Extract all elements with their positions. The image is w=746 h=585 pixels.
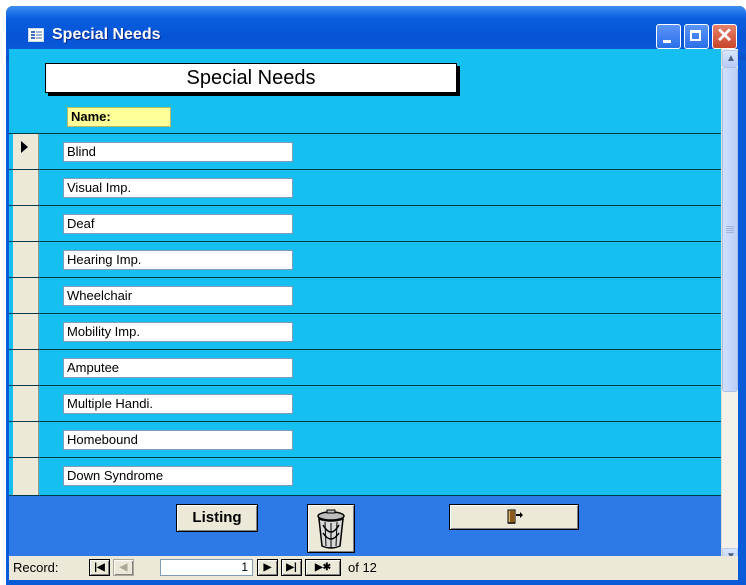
record-row: Homebound — [9, 421, 721, 457]
record-selector[interactable] — [13, 458, 39, 495]
record-selector[interactable] — [13, 206, 39, 241]
record-row: Amputee — [9, 349, 721, 385]
record-navigator: Record: |◀ ◀ 1 ▶ ▶| ▶✱ of 12 — [9, 556, 738, 580]
record-selector[interactable] — [13, 422, 39, 457]
name-field[interactable]: Mobility Imp. — [63, 322, 293, 342]
record-selector[interactable] — [13, 386, 39, 421]
record-row: Multiple Handi. — [9, 385, 721, 421]
record-row: Visual Imp. — [9, 169, 721, 205]
record-row: Blind — [9, 133, 721, 169]
name-field[interactable]: Multiple Handi. — [63, 394, 293, 414]
exit-door-icon — [507, 509, 523, 524]
name-field[interactable]: Homebound — [63, 430, 293, 450]
previous-record-button[interactable]: ◀ — [113, 559, 134, 576]
minimize-button[interactable] — [656, 24, 681, 49]
record-selector[interactable] — [13, 242, 39, 277]
record-selector[interactable] — [13, 134, 39, 169]
name-field[interactable]: Down Syndrome — [63, 466, 293, 486]
next-record-button[interactable]: ▶ — [257, 559, 278, 576]
scroll-up-button[interactable]: ▲ — [722, 50, 738, 67]
grip-icon — [726, 226, 734, 227]
name-field[interactable]: Blind — [63, 142, 293, 162]
record-selector[interactable] — [13, 314, 39, 349]
record-row: Deaf — [9, 205, 721, 241]
listing-button[interactable]: Listing — [176, 504, 258, 532]
trash-can-icon — [317, 509, 345, 549]
name-field[interactable]: Amputee — [63, 358, 293, 378]
name-field[interactable]: Visual Imp. — [63, 178, 293, 198]
last-record-icon: ▶| — [286, 562, 297, 573]
scrollbar-thumb[interactable] — [722, 67, 738, 392]
previous-record-icon: ◀ — [119, 562, 128, 573]
current-record-arrow-icon — [21, 141, 28, 153]
window-title: Special Needs — [52, 26, 161, 43]
form-icon[interactable] — [28, 28, 44, 42]
name-field[interactable]: Wheelchair — [63, 286, 293, 306]
last-record-button[interactable]: ▶| — [281, 559, 302, 576]
name-field[interactable]: Hearing Imp. — [63, 250, 293, 270]
chevron-up-icon: ▲ — [726, 53, 736, 64]
next-record-icon: ▶ — [263, 562, 272, 573]
name-field[interactable]: Deaf — [63, 214, 293, 234]
record-selector[interactable] — [13, 170, 39, 205]
close-button[interactable]: ✕ — [712, 24, 737, 49]
record-row: Wheelchair — [9, 277, 721, 313]
record-label: Record: — [13, 560, 59, 575]
vertical-scrollbar[interactable]: ▲ ▼ — [721, 49, 738, 566]
first-record-button[interactable]: |◀ — [89, 559, 110, 576]
delete-button[interactable] — [307, 504, 355, 553]
record-selector[interactable] — [13, 350, 39, 385]
record-count: of 12 — [348, 560, 377, 575]
record-row: Down Syndrome — [9, 457, 721, 495]
first-record-icon: |◀ — [94, 562, 105, 573]
form-header: Special Needs — [45, 63, 457, 93]
new-record-button[interactable]: ▶✱ — [305, 559, 341, 576]
name-column-label: Name: — [67, 107, 171, 127]
record-number-input[interactable]: 1 — [160, 559, 253, 576]
close-icon: ✕ — [716, 25, 733, 47]
record-row: Hearing Imp. — [9, 241, 721, 277]
record-row: Mobility Imp. — [9, 313, 721, 349]
exit-button[interactable] — [449, 504, 579, 530]
record-selector[interactable] — [13, 278, 39, 313]
maximize-button[interactable] — [684, 24, 709, 49]
form-body: Special Needs Name: Blind Visual Imp. De… — [9, 49, 721, 566]
new-record-icon: ▶✱ — [314, 562, 332, 573]
